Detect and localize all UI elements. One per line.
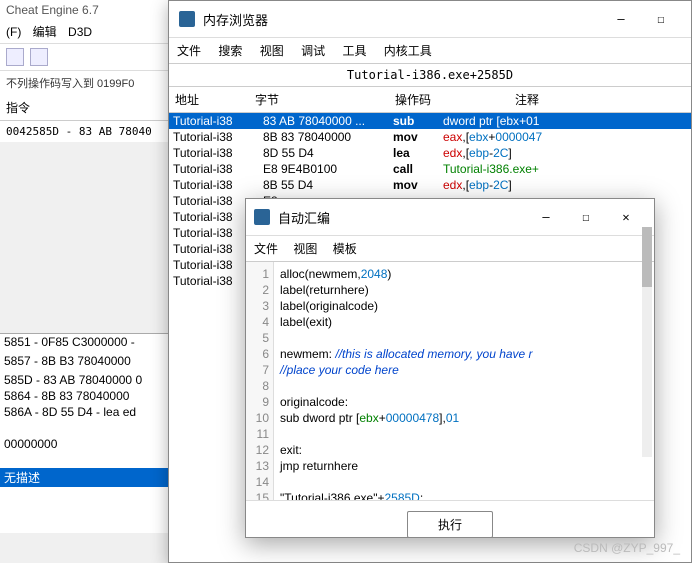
bg-toolbar — [0, 44, 188, 71]
memview-title: 内存浏览器 — [203, 10, 601, 29]
execute-button[interactable]: 执行 — [407, 511, 493, 538]
aa-menu-file[interactable]: 文件 — [254, 242, 278, 256]
watermark: CSDN @ZYP_997_ — [574, 541, 680, 555]
save-icon[interactable] — [30, 48, 48, 66]
dots-row: 00000000 — [0, 436, 190, 452]
background-window: Cheat Engine 6.7 (F) 编辑 D3D 不列操作码写入到 019… — [0, 0, 188, 142]
col-address[interactable]: 地址 — [169, 89, 249, 110]
col-opcode[interactable]: 操作码 — [389, 89, 509, 110]
scrollbar-thumb[interactable] — [642, 262, 652, 287]
open-icon[interactable] — [6, 48, 24, 66]
aa-menu-template[interactable]: 模板 — [333, 242, 357, 256]
bg-menu-edit[interactable]: 编辑 — [33, 25, 57, 39]
bg-menu-d3d[interactable]: D3D — [68, 25, 92, 39]
aa-title: 自动汇编 — [278, 208, 526, 227]
bg-code-line[interactable]: 0042585D - 83 AB 78040 — [0, 121, 188, 142]
maximize-button[interactable]: ☐ — [641, 7, 681, 31]
op-row[interactable]: 585D - 83 AB 78040000 0 — [0, 372, 190, 388]
aa-menu-view[interactable]: 视图 — [293, 242, 317, 256]
bg-menu-file[interactable]: (F) — [6, 25, 21, 39]
disasm-row[interactable]: Tutorial-i388B 83 78040000moveax,[ebx+00… — [169, 129, 691, 145]
aa-menubar: 文件 视图 模板 — [246, 236, 654, 262]
menu-kernel[interactable]: 内核工具 — [384, 44, 432, 58]
aa-titlebar[interactable]: 自动汇编 — ☐ ✕ — [246, 199, 654, 236]
address-display[interactable]: Tutorial-i386.exe+2585D — [169, 64, 691, 87]
disasm-row[interactable]: Tutorial-i388B 55 D4movedx,[ebp-2C] — [169, 177, 691, 193]
op-row[interactable]: 5857 - 8B B3 78040000 — [0, 353, 190, 372]
op-row[interactable]: 5864 - 8B 83 78040000 — [0, 388, 190, 404]
menu-file[interactable]: 文件 — [177, 44, 201, 58]
memview-menubar: 文件 搜索 视图 调试 工具 内核工具 — [169, 38, 691, 64]
disasm-row[interactable]: Tutorial-i3883 AB 78040000 ...subdword p… — [169, 113, 691, 129]
bg-title: Cheat Engine 6.7 — [0, 0, 188, 20]
menu-debug[interactable]: 调试 — [301, 44, 325, 58]
disasm-row[interactable]: Tutorial-i38E8 9E4B0100callTutorial-i386… — [169, 161, 691, 177]
bg-info-text: 不列操作码写入到 0199F0 — [0, 71, 188, 95]
maximize-button[interactable]: ☐ — [566, 205, 606, 229]
menu-tools[interactable]: 工具 — [342, 44, 366, 58]
app-logo-icon — [179, 11, 195, 27]
op-row[interactable]: 586A - 8D 55 D4 - lea ed — [0, 404, 190, 420]
menu-view[interactable]: 视图 — [260, 44, 284, 58]
auto-assemble-window: 自动汇编 — ☐ ✕ 文件 视图 模板 12345678910111213141… — [245, 198, 655, 538]
app-logo-icon — [254, 209, 270, 225]
bg-menubar[interactable]: (F) 编辑 D3D — [0, 20, 188, 44]
close-button[interactable]: ✕ — [606, 205, 646, 229]
menu-search[interactable]: 搜索 — [218, 44, 242, 58]
disasm-row[interactable]: Tutorial-i388D 55 D4leaedx,[ebp-2C] — [169, 145, 691, 161]
disasm-header: 地址 字节 操作码 注释 — [169, 87, 691, 113]
code-text[interactable]: alloc(newmem,2048)label(returnhere)label… — [274, 262, 654, 500]
aa-code-area[interactable]: 123456789101112131415 alloc(newmem,2048)… — [246, 262, 654, 500]
minimize-button[interactable]: — — [601, 7, 641, 31]
col-comment[interactable]: 注释 — [509, 89, 609, 110]
op-row[interactable]: 5851 - 0F85 C3000000 - — [0, 334, 190, 353]
col-bytes[interactable]: 字节 — [249, 89, 389, 110]
bg-section-label: 指令 — [0, 95, 188, 121]
minimize-button[interactable]: — — [526, 205, 566, 229]
scrollbar-vertical[interactable] — [642, 262, 652, 457]
line-gutter: 123456789101112131415 — [246, 262, 274, 500]
memview-titlebar[interactable]: 内存浏览器 — ☐ — [169, 1, 691, 38]
desc-label: 无描述 — [4, 469, 40, 486]
